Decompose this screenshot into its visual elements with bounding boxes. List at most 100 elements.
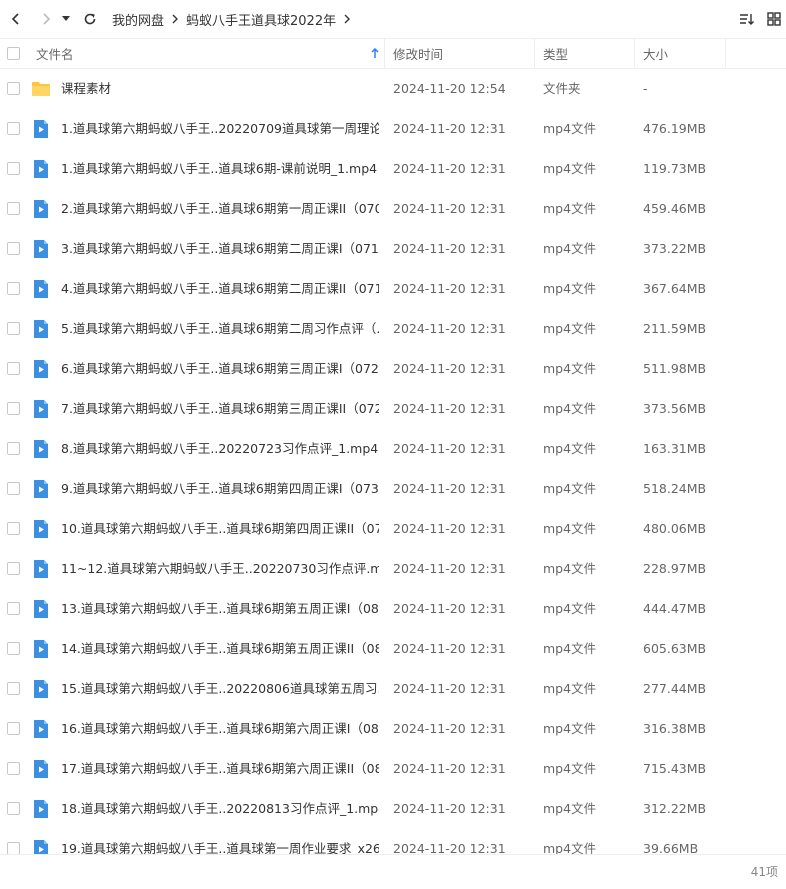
file-row[interactable]: 7.道具球第六期蚂蚁八手王..道具球6期第三周正课II（072... 2024-1… [0, 389, 786, 429]
status-bar: 41项 [0, 854, 786, 889]
row-checkbox[interactable] [7, 682, 20, 695]
grid-view-button[interactable] [762, 0, 786, 38]
row-checkbox[interactable] [7, 642, 20, 655]
file-type: mp4文件 [543, 361, 597, 376]
file-size: 228.97MB [643, 561, 707, 576]
file-modified-time: 2024-11-20 12:54 [393, 81, 506, 96]
column-divider [634, 39, 635, 68]
row-checkbox[interactable] [7, 722, 20, 735]
sort-button[interactable] [732, 0, 762, 38]
view-controls [732, 0, 786, 38]
file-name: 19.道具球第六期蚂蚁八手王..道具球第一周作业要求_x26... [61, 841, 379, 854]
file-name: 1.道具球第六期蚂蚁八手王..20220709道具球第一周理论... [61, 121, 379, 136]
item-count: 41项 [750, 865, 778, 879]
video-file-icon [31, 799, 51, 819]
file-row[interactable]: 1.道具球第六期蚂蚁八手王..20220709道具球第一周理论... 2024-1… [0, 109, 786, 149]
row-checkbox[interactable] [7, 802, 20, 815]
file-type: mp4文件 [543, 681, 597, 696]
history-dropdown-button[interactable] [58, 0, 74, 38]
file-row[interactable]: 6.道具球第六期蚂蚁八手王..道具球6期第三周正课I（072... 2024-11… [0, 349, 786, 389]
row-checkbox[interactable] [7, 402, 20, 415]
row-checkbox[interactable] [7, 762, 20, 775]
file-row[interactable]: 5.道具球第六期蚂蚁八手王..道具球6期第二周习作点评（... 2024-11-2… [0, 309, 786, 349]
file-name: 17.道具球第六期蚂蚁八手王..道具球6期第六周正课II（08... [61, 761, 379, 776]
file-row[interactable]: 17.道具球第六期蚂蚁八手王..道具球6期第六周正课II（08... 2024-1… [0, 749, 786, 789]
file-type: mp4文件 [543, 841, 597, 854]
file-row[interactable]: 1.道具球第六期蚂蚁八手王..道具球6期-课前说明_1.mp4 2024-11-2… [0, 149, 786, 189]
row-checkbox[interactable] [7, 202, 20, 215]
caret-down-icon [62, 16, 70, 21]
file-row[interactable]: 10.道具球第六期蚂蚁八手王..道具球6期第四周正课II（07... 2024-1… [0, 509, 786, 549]
chevron-right-icon [343, 14, 351, 24]
row-checkbox[interactable] [7, 282, 20, 295]
refresh-button[interactable] [78, 0, 102, 38]
file-size: 444.47MB [643, 601, 707, 616]
file-row[interactable]: 9.道具球第六期蚂蚁八手王..道具球6期第四周正课I（073... 2024-11… [0, 469, 786, 509]
chevron-right-icon [43, 13, 51, 25]
file-name: 8.道具球第六期蚂蚁八手王..20220723习作点评_1.mp4 [61, 441, 379, 456]
column-size-header[interactable]: 大小 [643, 39, 668, 68]
row-checkbox[interactable] [7, 482, 20, 495]
file-row[interactable]: 19.道具球第六期蚂蚁八手王..道具球第一周作业要求_x26... 2024-11… [0, 829, 786, 854]
file-modified-time: 2024-11-20 12:31 [393, 761, 506, 776]
file-row[interactable]: 3.道具球第六期蚂蚁八手王..道具球6期第二周正课I（071... 2024-11… [0, 229, 786, 269]
row-checkbox[interactable] [7, 162, 20, 175]
file-name: 13.道具球第六期蚂蚁八手王..道具球6期第五周正课I（08... [61, 601, 379, 616]
file-row[interactable]: 4.道具球第六期蚂蚁八手王..道具球6期第二周正课II（071... 2024-1… [0, 269, 786, 309]
column-type-header[interactable]: 类型 [543, 39, 568, 68]
file-name: 课程素材 [61, 81, 112, 96]
chevron-left-icon [11, 13, 19, 25]
row-checkbox[interactable] [7, 242, 20, 255]
file-type: mp4文件 [543, 721, 597, 736]
file-modified-time: 2024-11-20 12:31 [393, 441, 506, 456]
column-divider [534, 39, 535, 68]
file-row[interactable]: 13.道具球第六期蚂蚁八手王..道具球6期第五周正课I（08... 2024-11… [0, 589, 786, 629]
video-file-icon [31, 679, 51, 699]
file-type: mp4文件 [543, 761, 597, 776]
breadcrumb-item-current[interactable]: 蚂蚁八手王道具球2022年 [186, 10, 336, 29]
file-row[interactable]: 14.道具球第六期蚂蚁八手王..道具球6期第五周正课II（08... 2024-1… [0, 629, 786, 669]
toolbar: 我的网盘 蚂蚁八手王道具球2022年 [0, 0, 786, 38]
forward-button[interactable] [34, 0, 58, 38]
file-type: mp4文件 [543, 641, 597, 656]
row-checkbox[interactable] [7, 602, 20, 615]
video-file-icon [31, 159, 51, 179]
file-name: 15.道具球第六期蚂蚁八手王..20220806道具球第五周习... [61, 681, 379, 696]
row-checkbox[interactable] [7, 522, 20, 535]
video-file-icon [31, 839, 51, 854]
file-row[interactable]: 8.道具球第六期蚂蚁八手王..20220723习作点评_1.mp4 2024-11… [0, 429, 786, 469]
row-checkbox[interactable] [7, 122, 20, 135]
file-type: mp4文件 [543, 521, 597, 536]
column-modified-header[interactable]: 修改时间 [393, 39, 443, 68]
file-modified-time: 2024-11-20 12:31 [393, 361, 506, 376]
file-row[interactable]: 18.道具球第六期蚂蚁八手王..20220813习作点评_1.mp4 2024-1… [0, 789, 786, 829]
file-size: 367.64MB [643, 281, 707, 296]
file-row[interactable]: 课程素材 2024-11-20 12:54 文件夹 - [0, 69, 786, 109]
file-row[interactable]: 11~12.道具球第六期蚂蚁八手王..20220730习作点评.mp4 2024-… [0, 549, 786, 589]
file-row[interactable]: 2.道具球第六期蚂蚁八手王..道具球6期第一周正课II（070... 2024-1… [0, 189, 786, 229]
file-modified-time: 2024-11-20 12:31 [393, 521, 506, 536]
file-name: 2.道具球第六期蚂蚁八手王..道具球6期第一周正课II（070... [61, 201, 379, 216]
sort-ascending-arrow-icon [371, 48, 379, 58]
select-all-checkbox[interactable] [7, 47, 20, 60]
file-modified-time: 2024-11-20 12:31 [393, 481, 506, 496]
back-button[interactable] [4, 0, 28, 38]
row-checkbox[interactable] [7, 322, 20, 335]
row-checkbox[interactable] [7, 842, 20, 854]
file-row[interactable]: 15.道具球第六期蚂蚁八手王..20220806道具球第五周习... 2024-1… [0, 669, 786, 709]
file-modified-time: 2024-11-20 12:31 [393, 121, 506, 136]
row-checkbox[interactable] [7, 82, 20, 95]
file-row[interactable]: 16.道具球第六期蚂蚁八手王..道具球6期第六周正课I（08... 2024-11… [0, 709, 786, 749]
file-modified-time: 2024-11-20 12:31 [393, 841, 506, 854]
video-file-icon [31, 519, 51, 539]
column-size-label: 大小 [643, 47, 669, 62]
row-checkbox[interactable] [7, 362, 20, 375]
file-size: 312.22MB [643, 801, 707, 816]
row-checkbox[interactable] [7, 442, 20, 455]
column-name-header[interactable]: 文件名 [36, 39, 382, 68]
video-file-icon [31, 719, 51, 739]
breadcrumb-item-root[interactable]: 我的网盘 [112, 10, 164, 29]
video-file-icon [31, 399, 51, 419]
file-name: 3.道具球第六期蚂蚁八手王..道具球6期第二周正课I（071... [61, 241, 379, 256]
row-checkbox[interactable] [7, 562, 20, 575]
